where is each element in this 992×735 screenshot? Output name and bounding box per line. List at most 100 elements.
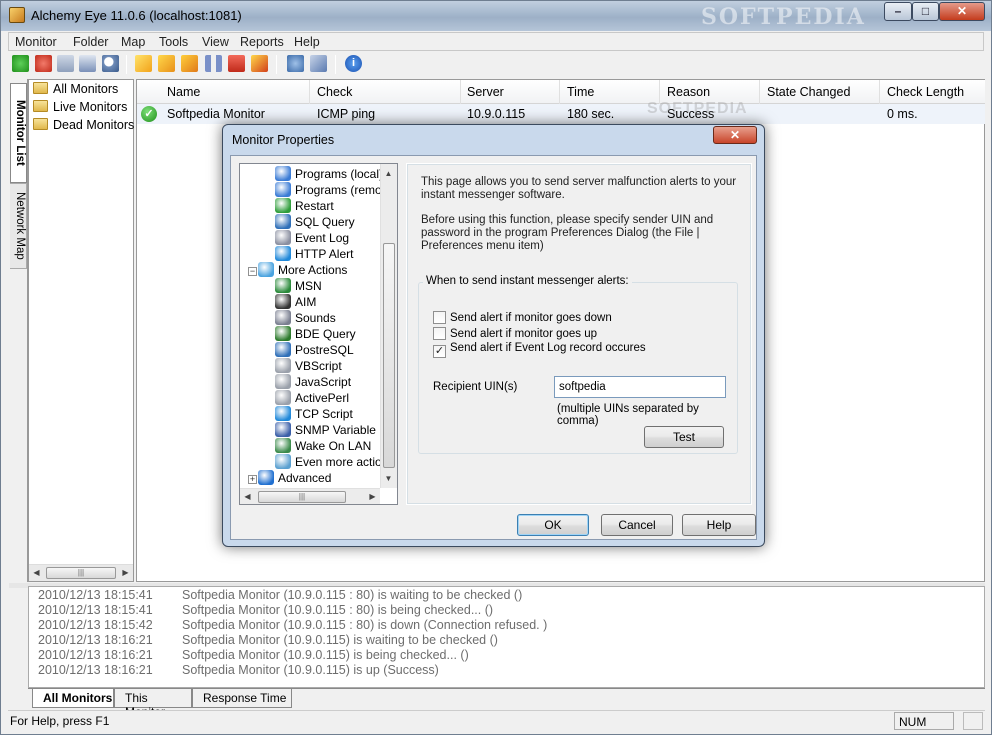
scroll-right-icon[interactable]: ▶: [365, 489, 380, 505]
ok-button[interactable]: OK: [517, 514, 589, 536]
column-check[interactable]: Check: [317, 85, 352, 99]
tree-item-all-monitors[interactable]: All Monitors: [33, 82, 118, 99]
menu-view[interactable]: View: [202, 35, 229, 49]
column-state-changed[interactable]: State Changed: [767, 85, 850, 99]
scroll-left-icon[interactable]: ◀: [29, 565, 44, 581]
settings-icon[interactable]: [310, 55, 327, 72]
check-event-log[interactable]: ✓ Send alert if Event Log record occures: [433, 342, 646, 358]
expand-icon[interactable]: +: [248, 475, 257, 484]
add-monitor-icon[interactable]: [12, 55, 29, 72]
checkbox-icon[interactable]: [433, 311, 446, 324]
action-item[interactable]: Advanced: [258, 470, 380, 486]
folder-icon: [33, 82, 48, 94]
tab-this-monitor[interactable]: This Monitor: [114, 689, 192, 719]
minimize-button[interactable]: –: [884, 2, 912, 21]
scroll-up-icon[interactable]: ▲: [381, 166, 396, 182]
action-label: ActivePerl: [295, 391, 350, 405]
help-button[interactable]: Help: [682, 514, 756, 536]
tree-hscrollbar[interactable]: ◀ ||| ▶: [29, 564, 133, 581]
side-tabs: Monitor List Network Map: [9, 79, 28, 582]
resize-grip-icon[interactable]: [963, 712, 983, 730]
scroll-down-icon[interactable]: ▼: [381, 471, 396, 487]
maximize-button[interactable]: □: [912, 2, 939, 21]
tab-network-map[interactable]: Network Map: [10, 183, 27, 269]
cell-check: ICMP ping: [317, 107, 376, 121]
dialog-close-button[interactable]: ✕: [713, 126, 757, 144]
action-item[interactable]: Event Log: [275, 230, 380, 246]
action-item[interactable]: More Actions: [258, 262, 380, 278]
column-check-length[interactable]: Check Length: [887, 85, 964, 99]
action-item[interactable]: VBScript: [275, 358, 380, 374]
scroll-right-icon[interactable]: ▶: [118, 565, 133, 581]
menu-folder[interactable]: Folder: [73, 35, 108, 49]
action-item[interactable]: Sounds: [275, 310, 380, 326]
menu-help[interactable]: Help: [294, 35, 320, 49]
copy-monitor-icon[interactable]: [57, 55, 74, 72]
cancel-button[interactable]: Cancel: [601, 514, 673, 536]
action-item[interactable]: Restart: [275, 198, 380, 214]
scroll-left-icon[interactable]: ◀: [240, 489, 255, 505]
menu-reports[interactable]: Reports: [240, 35, 284, 49]
tab-monitor-list[interactable]: Monitor List: [10, 83, 27, 183]
find-icon[interactable]: [102, 55, 119, 72]
check-monitor-up[interactable]: Send alert if monitor goes up: [433, 327, 597, 340]
scroll-thumb[interactable]: [383, 243, 395, 468]
remove-monitor-icon[interactable]: [35, 55, 52, 72]
recipient-uin-input[interactable]: [554, 376, 726, 398]
action-item[interactable]: HTTP Alert: [275, 246, 380, 262]
tree-item-dead-monitors[interactable]: Dead Monitors: [33, 118, 134, 135]
check-folder-icon[interactable]: [181, 55, 198, 72]
column-name[interactable]: Name: [167, 85, 200, 99]
scroll-thumb[interactable]: |||: [258, 491, 346, 503]
check-icon[interactable]: [135, 55, 152, 72]
table-row[interactable]: ✓ Softpedia Monitor ICMP ping 10.9.0.115…: [137, 104, 985, 124]
action-label: PostreSQL: [295, 343, 354, 357]
menu-tools[interactable]: Tools: [159, 35, 188, 49]
action-label: AIM: [295, 295, 317, 309]
action-item[interactable]: SNMP Variable: [275, 422, 380, 438]
actions-vscrollbar[interactable]: ▲ ▼: [380, 164, 397, 488]
action-item[interactable]: Wake On LAN: [275, 438, 380, 454]
tab-response-time[interactable]: Response Time: [192, 689, 292, 708]
action-item[interactable]: TCP Script: [275, 406, 380, 422]
im-alert-page: This page allows you to send server malf…: [406, 163, 752, 505]
pause-icon[interactable]: [205, 55, 222, 72]
action-item[interactable]: MSN: [275, 278, 380, 294]
title-bar[interactable]: Alchemy Eye 11.0.6 (localhost:1081) SOFT…: [1, 1, 991, 31]
grid-header: Name Check Server Time Reason State Chan…: [137, 80, 985, 104]
action-item[interactable]: Programs (remote): [275, 182, 380, 198]
action-item[interactable]: SQL Query: [275, 214, 380, 230]
test-button[interactable]: Test: [644, 426, 724, 448]
actions-hscrollbar[interactable]: ◀ ||| ▶: [240, 488, 380, 504]
properties-icon[interactable]: [79, 55, 96, 72]
column-reason[interactable]: Reason: [667, 85, 710, 99]
network-icon[interactable]: [287, 55, 304, 72]
action-item[interactable]: JavaScript: [275, 374, 380, 390]
action-item[interactable]: Programs (local): [275, 166, 380, 182]
folder-tree: All Monitors Live Monitors Dead Monitors…: [28, 79, 134, 582]
checkbox-checked-icon[interactable]: ✓: [433, 345, 446, 358]
watermark: SOFTPEDIA: [647, 100, 748, 117]
tree-item-live-monitors[interactable]: Live Monitors: [33, 100, 127, 117]
stop-icon[interactable]: [228, 55, 245, 72]
action-item[interactable]: Even more actions: [275, 454, 380, 470]
folder-icon: [33, 118, 48, 130]
close-button[interactable]: ✕: [939, 2, 985, 21]
action-item[interactable]: BDE Query: [275, 326, 380, 342]
column-server[interactable]: Server: [467, 85, 504, 99]
menu-monitor[interactable]: Monitor: [15, 35, 57, 49]
tab-all-monitors[interactable]: All Monitors: [32, 689, 114, 708]
menu-map[interactable]: Map: [121, 35, 145, 49]
check-all-icon[interactable]: [158, 55, 175, 72]
info-icon[interactable]: i: [345, 55, 362, 72]
column-time[interactable]: Time: [567, 85, 594, 99]
log-row: 2010/12/13 18:15:42 Softpedia Monitor (10…: [38, 618, 548, 632]
collapse-icon[interactable]: −: [248, 267, 257, 276]
action-item[interactable]: PostreSQL: [275, 342, 380, 358]
scroll-thumb[interactable]: |||: [46, 567, 116, 579]
checkbox-icon[interactable]: [433, 327, 446, 340]
action-item[interactable]: ActivePerl: [275, 390, 380, 406]
check-monitor-down[interactable]: Send alert if monitor goes down: [433, 311, 612, 324]
action-item[interactable]: AIM: [275, 294, 380, 310]
alert-icon[interactable]: [251, 55, 268, 72]
